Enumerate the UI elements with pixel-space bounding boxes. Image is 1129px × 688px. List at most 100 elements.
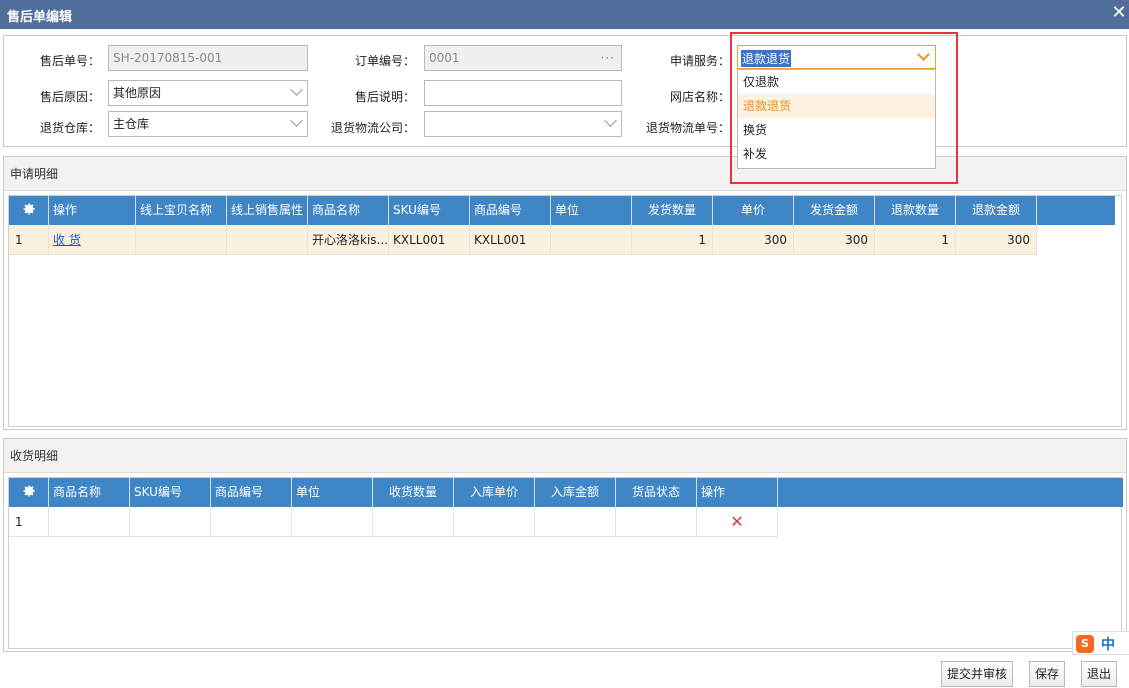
column-header: 单位 [292,478,373,507]
shop-label: 网店名称： [669,90,730,104]
chevron-down-icon [290,83,303,96]
option-refund-only[interactable]: 仅退款 [738,70,935,94]
receive-grid-header: 商品名称 SKU编号 商品编号 单位 收货数量 入库单价 入库金额 货品状态 操… [9,478,1123,507]
apply-detail-section: 申请明细 操作 线上宝贝名称 线上销售属性 商品名称 SKU编号 商品编号 单位… [3,156,1127,430]
logistics-select[interactable] [424,111,622,137]
unit-cell [551,225,632,255]
receive-detail-title: 收货明细 [4,439,1126,473]
column-header: 单位 [551,196,632,225]
column-header: 收货数量 [373,478,454,507]
action-cell: 收 货 [49,225,136,255]
sku-cell [130,507,211,537]
gear-icon[interactable] [22,202,36,216]
column-header: 线上销售属性 [227,196,308,225]
receive-detail-section: 收货明细 商品名称 SKU编号 商品编号 单位 收货数量 入库单价 入库金额 货… [3,438,1127,652]
gear-icon[interactable] [22,484,36,498]
unit-cell [292,507,373,537]
receive-qty-cell [373,507,454,537]
apply-detail-grid: 操作 线上宝贝名称 线上销售属性 商品名称 SKU编号 商品编号 单位 发货数量… [8,195,1122,427]
ship-qty-cell: 1 [632,225,713,255]
receive-detail-grid: 商品名称 SKU编号 商品编号 单位 收货数量 入库单价 入库金额 货品状态 操… [8,477,1123,649]
column-header: 单价 [713,196,794,225]
column-header: SKU编号 [130,478,211,507]
warehouse-value: 主仓库 [113,117,150,131]
product-name-cell [49,507,130,537]
sku-cell: KXLL001 [389,225,470,255]
ime-lang: 中 [1101,637,1115,653]
stock-amount-cell [535,507,616,537]
chevron-down-icon [604,114,617,127]
product-code-cell [211,507,292,537]
row-index: 1 [9,507,49,537]
column-header: 商品名称 [308,196,389,225]
reason-select[interactable]: 其他原因 [108,80,308,106]
exit-button[interactable]: 退出 [1081,661,1117,687]
delete-cell: ✕ [697,507,778,537]
submit-review-button[interactable]: 提交并审核 [941,661,1013,687]
apply-service-label: 申请服务： [669,54,730,68]
column-header: 操作 [697,478,778,507]
remark-input[interactable] [424,80,622,106]
window-titlebar: 售后单编辑 ✕ [0,0,1129,29]
reason-label: 售后原因： [39,90,100,104]
warehouse-select[interactable]: 主仓库 [108,111,308,137]
column-header: 货品状态 [616,478,697,507]
option-reissue[interactable]: 补发 [738,142,935,166]
apply-grid-header: 操作 线上宝贝名称 线上销售属性 商品名称 SKU编号 商品编号 单位 发货数量… [9,196,1115,225]
price-cell: 300 [713,225,794,255]
column-header: 退款金额 [956,196,1037,225]
column-settings[interactable] [9,196,49,225]
apply-service-options: 仅退款 退款退货 换货 补发 [737,69,936,169]
column-header: 商品编号 [470,196,551,225]
ime-indicator[interactable]: S 中 [1072,631,1129,655]
chevron-down-icon [290,114,303,127]
column-header: 退款数量 [875,196,956,225]
after-sale-no-value: SH-20170815-001 [113,51,223,65]
column-header: 发货金额 [794,196,875,225]
column-filler [778,478,1123,507]
reason-value: 其他原因 [113,86,162,100]
chevron-down-icon[interactable] [917,48,930,61]
column-header: 商品名称 [49,478,130,507]
order-no-field: 0001 ··· [424,45,622,71]
after-sale-no-field: SH-20170815-001 [108,45,308,71]
delete-icon[interactable]: ✕ [730,512,743,531]
column-header: 线上宝贝名称 [136,196,227,225]
order-no-value: 0001 [429,51,460,65]
stock-price-cell [454,507,535,537]
remark-label: 售后说明： [354,90,415,104]
table-row[interactable]: 1 收 货 开心洛洛kis... KXLL001 KXLL001 1 300 3… [9,225,1037,255]
column-header: 发货数量 [632,196,713,225]
close-icon[interactable]: ✕ [1109,3,1129,23]
logistics-no-label: 退货物流单号： [645,121,730,135]
column-header: 入库金额 [535,478,616,507]
apply-service-select[interactable]: 退款退货 [737,45,936,69]
table-row[interactable]: 1 ✕ [9,507,778,537]
refund-amount-cell: 300 [956,225,1037,255]
apply-detail-title: 申请明细 [4,157,1126,191]
goods-status-cell [616,507,697,537]
ime-logo-icon: S [1076,635,1094,653]
option-exchange[interactable]: 换货 [738,118,935,142]
column-header: 操作 [49,196,136,225]
column-filler [1037,196,1115,225]
after-sale-no-label: 售后单号： [39,54,100,68]
online-attr-cell [227,225,308,255]
product-code-cell: KXLL001 [470,225,551,255]
column-header: 入库单价 [454,478,535,507]
column-header: 商品编号 [211,478,292,507]
save-button[interactable]: 保存 [1029,661,1065,687]
product-name-cell: 开心洛洛kis... [308,225,389,255]
column-settings[interactable] [9,478,49,507]
more-dots-icon[interactable]: ··· [601,46,615,70]
logistics-label: 退货物流公司： [330,121,415,135]
order-no-label: 订单编号： [354,54,415,68]
receive-link[interactable]: 收 货 [53,233,81,247]
option-refund-return[interactable]: 退款退货 [738,94,935,118]
column-header: SKU编号 [389,196,470,225]
row-index: 1 [9,225,49,255]
window-title: 售后单编辑 [7,10,73,25]
refund-qty-cell: 1 [875,225,956,255]
ship-amount-cell: 300 [794,225,875,255]
online-name-cell [136,225,227,255]
